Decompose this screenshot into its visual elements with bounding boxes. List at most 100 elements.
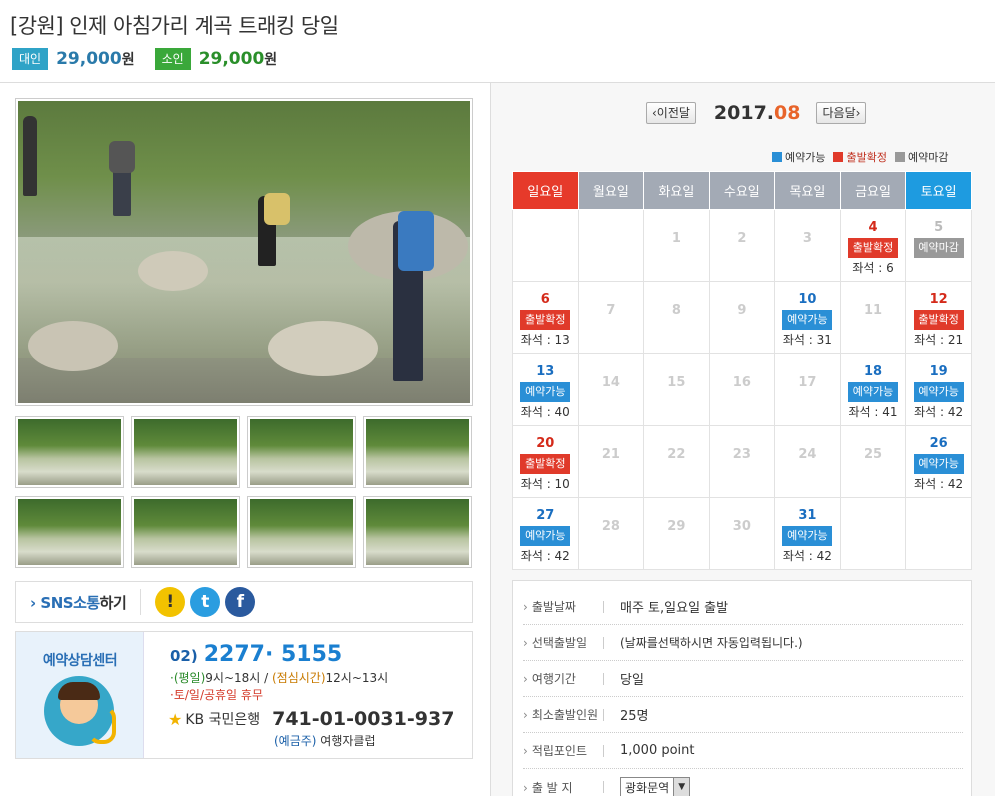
calendar-day-cell: 15: [643, 353, 710, 426]
facebook-icon[interactable]: f: [225, 587, 256, 617]
calendar-day-number: 16: [732, 375, 751, 390]
calendar-status-badge[interactable]: 예약가능: [782, 310, 833, 330]
calendar-day-number: 22: [667, 447, 686, 462]
calendar-seats: 좌석 : 42: [782, 549, 832, 563]
calendar-status-badge[interactable]: 예약가능: [913, 454, 964, 474]
calendar-day-cell[interactable]: 4 출발확정 좌석 : 6: [839, 209, 907, 282]
calendar-seats: 좌석 : 41: [848, 405, 898, 419]
selected-date-field[interactable]: (날짜를선택하시면 자동입력됩니다.): [620, 634, 803, 651]
calendar-day-cell[interactable]: 12 출발확정 좌석 : 21: [905, 281, 972, 354]
legend-closed: 예약마감: [894, 149, 948, 165]
info-row-duration: 여행기간 당일: [523, 661, 963, 697]
calendar-day-cell[interactable]: 18 예약가능 좌석 : 41: [839, 353, 907, 426]
info-value: 매주 토,일요일 출발: [620, 601, 729, 616]
twitter-icon[interactable]: t: [190, 587, 221, 617]
departure-point-value: 광화문역: [625, 780, 670, 795]
info-row-departure-point: 출 발 지 광화문역▼: [523, 769, 963, 796]
calendar-empty-cell: [577, 209, 645, 282]
info-separator: [603, 744, 604, 757]
weekday-header: 월요일: [577, 171, 645, 210]
info-row-points: 적립포인트 1,000 point: [523, 733, 963, 769]
office-hours: ·(평일)9시~18시 / (점심시간)12시~13시: [170, 669, 388, 686]
calendar-day-cell[interactable]: 10 예약가능 좌석 : 31: [774, 281, 841, 354]
thumbnail[interactable]: [363, 416, 472, 488]
calendar-day-cell: 11: [839, 281, 907, 354]
consult-center: 예약상담센터 02) 2277· 5155 ·(평일)9시~18시 / (점심시…: [15, 631, 473, 759]
calendar-day-cell[interactable]: 26 예약가능 좌석 : 42: [905, 425, 972, 498]
sns-label-a: SNS소통: [40, 593, 100, 612]
info-separator: [603, 708, 604, 721]
calendar-status-badge[interactable]: 출발확정: [520, 310, 571, 330]
calendar-status-badge[interactable]: 예약가능: [913, 382, 964, 402]
calendar-week-row: 20 출발확정 좌석 : 10 21 22 23 24 25 26 예약가능 좌석 : 42: [512, 425, 972, 498]
calendar-seats: 좌석 : 42: [914, 405, 964, 419]
calendar-status-badge[interactable]: 예약마감: [913, 238, 964, 258]
calendar-status-badge[interactable]: 예약가능: [520, 526, 571, 546]
thumbnail[interactable]: [247, 496, 356, 568]
calendar-day-cell[interactable]: 20 출발확정 좌석 : 10: [512, 425, 579, 498]
calendar-day-cell[interactable]: 31 예약가능 좌석 : 42: [774, 497, 841, 570]
calendar-day-number: 30: [732, 519, 751, 534]
calendar-day-number: 8: [671, 303, 681, 318]
thumbnail[interactable]: [363, 496, 472, 568]
calendar-day-cell: 14: [577, 353, 645, 426]
departure-point-select[interactable]: 광화문역 ▼: [620, 777, 691, 796]
calendar-day-number: 5: [934, 220, 944, 235]
calendar-day-cell[interactable]: 5 예약마감: [905, 209, 972, 282]
calendar-day-number: 25: [863, 447, 883, 462]
calendar-status-badge[interactable]: 출발확정: [848, 238, 899, 258]
calendar-day-number: 1: [671, 231, 681, 246]
calendar-status-badge[interactable]: 예약가능: [782, 526, 833, 546]
operator-icon: [44, 676, 116, 746]
prev-month-button[interactable]: ‹이전달: [646, 102, 696, 124]
weekday-label: ·(평일): [170, 671, 206, 685]
calendar-status-badge[interactable]: 예약가능: [848, 382, 899, 402]
thumbnail[interactable]: [15, 496, 124, 568]
calendar-day-number: 17: [798, 375, 817, 390]
rock: [268, 321, 378, 376]
weekday-header-row: 일요일 월요일 화요일 수요일 목요일 금요일 토요일: [512, 171, 972, 210]
calendar-day-number: 24: [798, 447, 817, 462]
thumbnail-image: [18, 419, 121, 485]
kakao-icon[interactable]: !: [155, 587, 186, 617]
weekday-header: 화요일: [643, 171, 710, 210]
calendar-day-cell[interactable]: 13 예약가능 좌석 : 40: [512, 353, 579, 426]
calendar-day-cell: 1: [643, 209, 710, 282]
calendar-day-number: 19: [929, 364, 948, 379]
calendar-legend: 예약가능 출발확정 예약마감: [772, 149, 956, 165]
lunch-time: 12시~13시: [325, 671, 389, 685]
calendar-status-badge[interactable]: 출발확정: [913, 310, 964, 330]
chevron-down-icon[interactable]: ▼: [673, 778, 690, 796]
calendar-table: 일요일 월요일 화요일 수요일 목요일 금요일 토요일 1 2 3 4 출발확정 좌석 :…: [512, 171, 972, 570]
consult-left-panel: 예약상담센터: [16, 632, 144, 758]
thumbnail[interactable]: [131, 496, 240, 568]
next-month-button[interactable]: 다음달›: [816, 102, 867, 124]
bank-row: ★ KB 국민은행 741-01-0031-937: [168, 708, 454, 730]
info-separator: [603, 781, 604, 793]
backpack: [264, 193, 290, 225]
calendar-status-badge[interactable]: 예약가능: [520, 382, 571, 402]
info-label: 여행기간: [523, 670, 603, 687]
calendar-day-cell: 22: [643, 425, 710, 498]
calendar-day-cell[interactable]: 6 출발확정 좌석 : 13: [512, 281, 579, 354]
calendar-day-cell: 23: [708, 425, 776, 498]
calendar-day-cell[interactable]: 27 예약가능 좌석 : 42: [512, 497, 579, 570]
info-label: 출 발 지: [523, 779, 603, 796]
backpack: [109, 141, 135, 173]
calendar-day-cell[interactable]: 19 예약가능좌석 : 42: [905, 353, 972, 426]
weekday-header: 일요일: [512, 171, 579, 210]
header-divider: [0, 82, 995, 83]
column-divider: [490, 82, 491, 796]
calendar-seats: 좌석 : 21: [914, 333, 964, 347]
thumbnail[interactable]: [131, 416, 240, 488]
child-price-unit: 원: [264, 52, 278, 68]
legend-confirmed-swatch: [833, 152, 844, 162]
holder-name: 여행자클럽: [316, 734, 376, 748]
backpack: [398, 211, 434, 271]
thumbnail[interactable]: [15, 416, 124, 488]
adult-price-value: 29,000: [56, 49, 122, 69]
thumbnail[interactable]: [247, 416, 356, 488]
calendar-week-row: 13 예약가능 좌석 : 40 14 15 16 17 18 예약가능 좌석 : 41 19 예약가능…: [512, 353, 972, 426]
calendar-status-badge[interactable]: 출발확정: [520, 454, 571, 474]
weekday-header: 목요일: [774, 171, 841, 210]
